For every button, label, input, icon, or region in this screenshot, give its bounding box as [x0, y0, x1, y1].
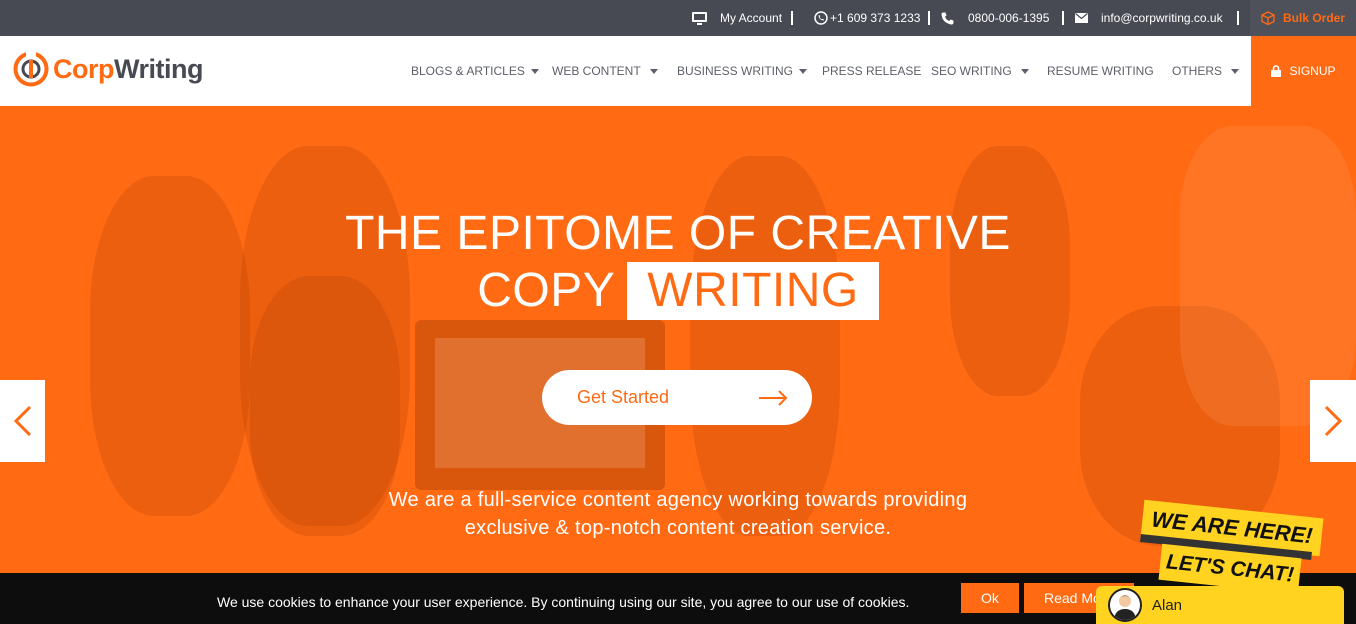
phone-icon	[941, 12, 954, 25]
divider	[1062, 11, 1064, 25]
signup-label: SIGNUP	[1289, 64, 1336, 78]
phone-number: 0800-006-1395	[968, 11, 1050, 25]
caret-down-icon	[1231, 68, 1240, 74]
nav-seo-writing[interactable]: SEO WRITING	[931, 36, 1029, 106]
main-navbar: CorpWriting BLOGS & ARTICLES WEB CONTENT…	[0, 36, 1251, 106]
nav-resume-writing[interactable]: RESUME WRITING	[1047, 36, 1154, 106]
get-started-label: Get Started	[577, 387, 670, 407]
mail-icon	[1075, 13, 1088, 23]
get-started-button[interactable]: Get Started	[542, 370, 812, 425]
whatsapp-phone-link[interactable]: +1 609 373 1233	[814, 0, 920, 36]
nav-label: BUSINESS WRITING	[677, 64, 794, 78]
headline-highlight: WRITING	[627, 262, 879, 320]
logo[interactable]: CorpWriting	[13, 51, 203, 87]
headline-prefix: COPY	[477, 264, 616, 317]
nav-web-content[interactable]: WEB CONTENT	[552, 36, 658, 106]
caret-down-icon	[799, 68, 808, 74]
nav-label: PRESS RELEASE	[822, 64, 922, 78]
nav-label: RESUME WRITING	[1047, 64, 1154, 78]
whatsapp-icon	[814, 11, 828, 25]
logo-text-writing: Writing	[114, 53, 203, 84]
chat-widget[interactable]: Alan	[1096, 586, 1344, 624]
phone-link[interactable]: 0800-006-1395	[941, 0, 1049, 36]
monitor-icon	[692, 11, 707, 25]
divider	[791, 11, 793, 25]
nav-press-release[interactable]: PRESS RELEASE	[822, 36, 921, 106]
nav-label: WEB CONTENT	[552, 64, 641, 78]
logo-wordmark: CorpWriting	[53, 54, 203, 85]
logo-mark-icon	[13, 51, 49, 87]
my-account-link[interactable]: My Account	[692, 0, 782, 36]
nav-blogs-articles[interactable]: BLOGS & ARTICLES	[411, 36, 539, 106]
my-account-label: My Account	[720, 11, 783, 25]
headline-line-2: COPY WRITING	[0, 262, 1356, 320]
slider-next-button[interactable]	[1310, 380, 1356, 462]
nav-label: OTHERS	[1172, 64, 1223, 78]
hero-headline: THE EPITOME OF CREATIVE COPY WRITING	[0, 206, 1356, 320]
logo-text-corp: Corp	[53, 53, 115, 84]
top-bar: My Account +1 609 373 1233 0800-006-1395…	[0, 0, 1356, 36]
cookie-message: We use cookies to enhance your user expe…	[217, 594, 910, 610]
nav-label: BLOGS & ARTICLES	[411, 64, 525, 78]
cookie-ok-button[interactable]: Ok	[961, 583, 1019, 613]
caret-down-icon	[530, 68, 539, 74]
arrow-right-icon	[759, 389, 788, 406]
lock-icon	[1271, 65, 1282, 77]
slider-prev-button[interactable]	[0, 380, 45, 462]
email-link[interactable]: info@corpwriting.co.uk	[1075, 0, 1223, 36]
signup-button[interactable]: SIGNUP	[1251, 36, 1356, 106]
divider	[928, 11, 930, 25]
nav-business-writing[interactable]: BUSINESS WRITING	[677, 36, 808, 106]
divider	[1237, 11, 1239, 25]
chat-agent-name: Alan	[1152, 596, 1183, 614]
chevron-left-icon	[13, 405, 31, 437]
chat-agent-avatar	[1108, 588, 1142, 622]
chevron-right-icon	[1324, 405, 1343, 437]
caret-down-icon	[1020, 68, 1029, 74]
chat-banner[interactable]: WE ARE HERE! LET'S CHAT!	[1140, 499, 1330, 597]
bulk-order-button[interactable]: Bulk Order	[1250, 0, 1356, 36]
email-address: info@corpwriting.co.uk	[1101, 11, 1223, 25]
nav-label: SEO WRITING	[931, 64, 1012, 78]
person-icon	[1114, 595, 1136, 620]
caret-down-icon	[649, 68, 658, 74]
box-icon	[1261, 11, 1275, 25]
nav-others[interactable]: OTHERS	[1172, 36, 1240, 106]
headline-line-1: THE EPITOME OF CREATIVE	[345, 207, 1011, 260]
bulk-order-label: Bulk Order	[1282, 11, 1345, 25]
whatsapp-phone: +1 609 373 1233	[830, 11, 921, 25]
